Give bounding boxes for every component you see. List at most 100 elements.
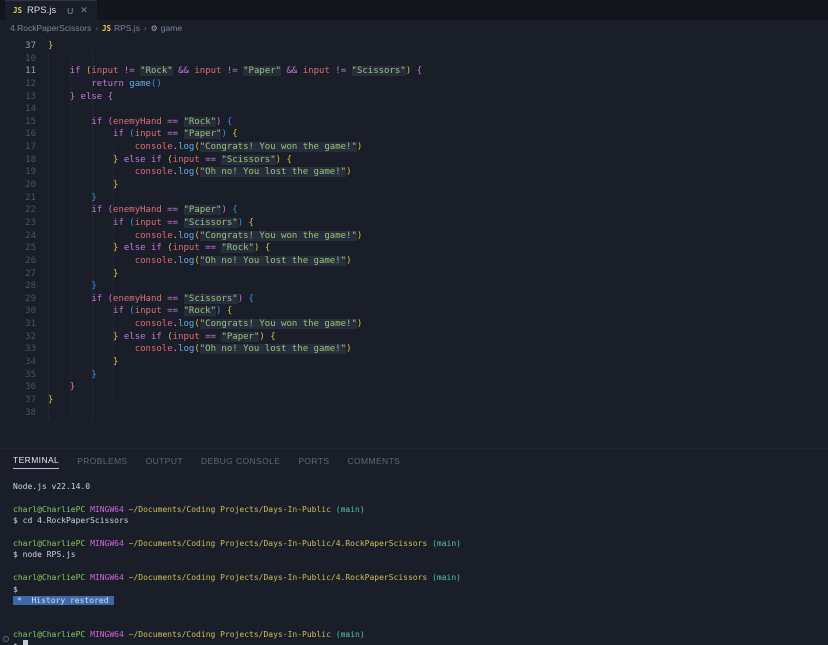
code-line[interactable]: 11 if (input != "Rock" && input != "Pape… <box>0 65 828 78</box>
token-id: input <box>135 129 162 139</box>
token-id: input <box>173 332 200 342</box>
code-text: if (enemyHand == "Paper") { <box>36 204 238 217</box>
code-line[interactable]: 25 } else if (input == "Rock") { <box>0 242 828 255</box>
panel-tab-output[interactable]: OUTPUT <box>146 452 183 469</box>
code-line[interactable]: 17 console.log("Congrats! You won the ga… <box>0 141 828 154</box>
token-str: "Congrats! You won the game!" <box>200 319 357 329</box>
code-line[interactable]: 29 if (enemyHand == "Scissors") { <box>0 293 828 306</box>
token-id: input <box>303 66 330 76</box>
code-line[interactable]: 36 } <box>0 381 828 394</box>
token-str: "Scissors" <box>221 155 275 165</box>
token-op: == <box>167 306 178 316</box>
token-str: "Rock" <box>140 66 173 76</box>
line-number: 12 <box>0 78 36 91</box>
code-line[interactable]: 21 } <box>0 192 828 205</box>
line-number: 27 <box>0 268 36 281</box>
code-text <box>36 53 48 66</box>
indent-guide <box>70 53 71 419</box>
token-fnc: log <box>178 256 194 266</box>
token-kw: if <box>151 332 162 342</box>
tab-label: RPS.js <box>27 5 56 16</box>
chevron-right-icon: › <box>95 24 98 33</box>
terminal-line: $ node RPS.js <box>13 549 828 560</box>
code-text: return game() <box>36 78 162 91</box>
code-line[interactable]: 10 <box>0 53 828 66</box>
terminal[interactable]: Node.js v22.14.0charl@CharliePC MINGW64 … <box>0 471 828 645</box>
token-op: && <box>178 66 189 76</box>
token-id: input <box>194 66 221 76</box>
code-line[interactable]: 18 } else if (input == "Scissors") { <box>0 154 828 167</box>
code-text: console.log("Congrats! You won the game!… <box>36 141 362 154</box>
line-number: 35 <box>0 369 36 382</box>
code-line[interactable]: 32 } else if (input == "Paper") { <box>0 331 828 344</box>
code-line[interactable]: 19 console.log("Oh no! You lost the game… <box>0 166 828 179</box>
code-line[interactable]: 37} <box>0 394 828 407</box>
token-b3: () <box>151 79 162 89</box>
token-b1: ) <box>357 231 362 241</box>
terminal-line: $ <box>13 584 828 595</box>
line-number: 26 <box>0 255 36 268</box>
line-number: 37 <box>0 40 36 53</box>
tab-rps-js[interactable]: JS RPS.js U ✕ <box>5 0 97 20</box>
breadcrumb-symbol[interactable]: ⚙ game <box>151 23 182 33</box>
code-line[interactable]: 27 } <box>0 268 828 281</box>
code-line[interactable]: 26 console.log("Oh no! You lost the game… <box>0 255 828 268</box>
panel-tab-problems[interactable]: PROBLEMS <box>77 452 127 469</box>
code-line[interactable]: 20 } <box>0 179 828 192</box>
code-line[interactable]: 24 console.log("Congrats! You won the ga… <box>0 230 828 243</box>
code-line[interactable]: 34 } <box>0 356 828 369</box>
token-str: "Rock" <box>221 243 254 253</box>
code-line[interactable]: 33 console.log("Oh no! You lost the game… <box>0 343 828 356</box>
close-icon[interactable]: ✕ <box>80 5 88 16</box>
code-text: console.log("Oh no! You lost the game!") <box>36 343 351 356</box>
token-fnc: log <box>178 344 194 354</box>
code-editor[interactable]: 37}1011 if (input != "Rock" && input != … <box>0 36 828 448</box>
token-str: "Paper" <box>184 129 222 139</box>
panel-tab-comments[interactable]: COMMENTS <box>347 452 400 469</box>
code-line[interactable]: 14 <box>0 103 828 116</box>
breadcrumb-folder[interactable]: 4.RockPaperScissors <box>10 23 91 33</box>
code-line[interactable]: 22 if (enemyHand == "Paper") { <box>0 204 828 217</box>
code-line[interactable]: 23 if (input == "Scissors") { <box>0 217 828 230</box>
token-kw: if <box>113 306 124 316</box>
code-line[interactable]: 16 if (input == "Paper") { <box>0 128 828 141</box>
code-line[interactable]: 35 } <box>0 369 828 382</box>
token-b1: ) <box>346 167 351 177</box>
token-fnc: game <box>129 79 151 89</box>
token-id: enemyHand <box>113 117 162 127</box>
panel-tab-ports[interactable]: PORTS <box>298 452 329 469</box>
token-str: "Scissors" <box>184 218 238 228</box>
panel-tab-terminal[interactable]: TERMINAL <box>13 451 59 469</box>
token-b1: ) <box>357 319 362 329</box>
code-line[interactable]: 12 return game() <box>0 78 828 91</box>
code-line[interactable]: 28 } <box>0 280 828 293</box>
token-str: "Paper" <box>243 66 281 76</box>
code-line[interactable]: 30 if (input == "Rock") { <box>0 305 828 318</box>
token-op: != <box>227 66 238 76</box>
line-number: 31 <box>0 318 36 331</box>
terminal-line: * History restored <box>13 595 828 606</box>
code-line[interactable]: 31 console.log("Congrats! You won the ga… <box>0 318 828 331</box>
code-text: } <box>36 369 97 382</box>
token-fg <box>48 306 113 316</box>
javascript-file-icon: JS <box>13 6 22 15</box>
line-number: 37 <box>0 394 36 407</box>
code-line[interactable]: 37} <box>0 40 828 53</box>
token-tpath: ~/Documents/Coding Projects/Days-In-Publ… <box>129 630 331 639</box>
breadcrumb-file[interactable]: JS RPS.js <box>102 23 140 33</box>
token-fg <box>48 357 113 367</box>
code-line[interactable]: 38 <box>0 407 828 420</box>
terminal-line: charl@CharliePC MINGW64 ~/Documents/Codi… <box>13 538 828 549</box>
token-obj: console <box>135 231 173 241</box>
line-number: 34 <box>0 356 36 369</box>
indent-guide <box>92 53 93 419</box>
line-number: 10 <box>0 53 36 66</box>
code-line[interactable]: 13 } else { <box>0 91 828 104</box>
code-line[interactable]: 15 if (enemyHand == "Rock") { <box>0 116 828 129</box>
line-number: 28 <box>0 280 36 293</box>
token-fg <box>48 382 70 392</box>
token-kw: else <box>124 332 146 342</box>
panel-tab-debug-console[interactable]: DEBUG CONSOLE <box>201 452 280 469</box>
token-tmag: MINGW64 <box>90 573 124 582</box>
token-fnc: log <box>178 142 194 152</box>
